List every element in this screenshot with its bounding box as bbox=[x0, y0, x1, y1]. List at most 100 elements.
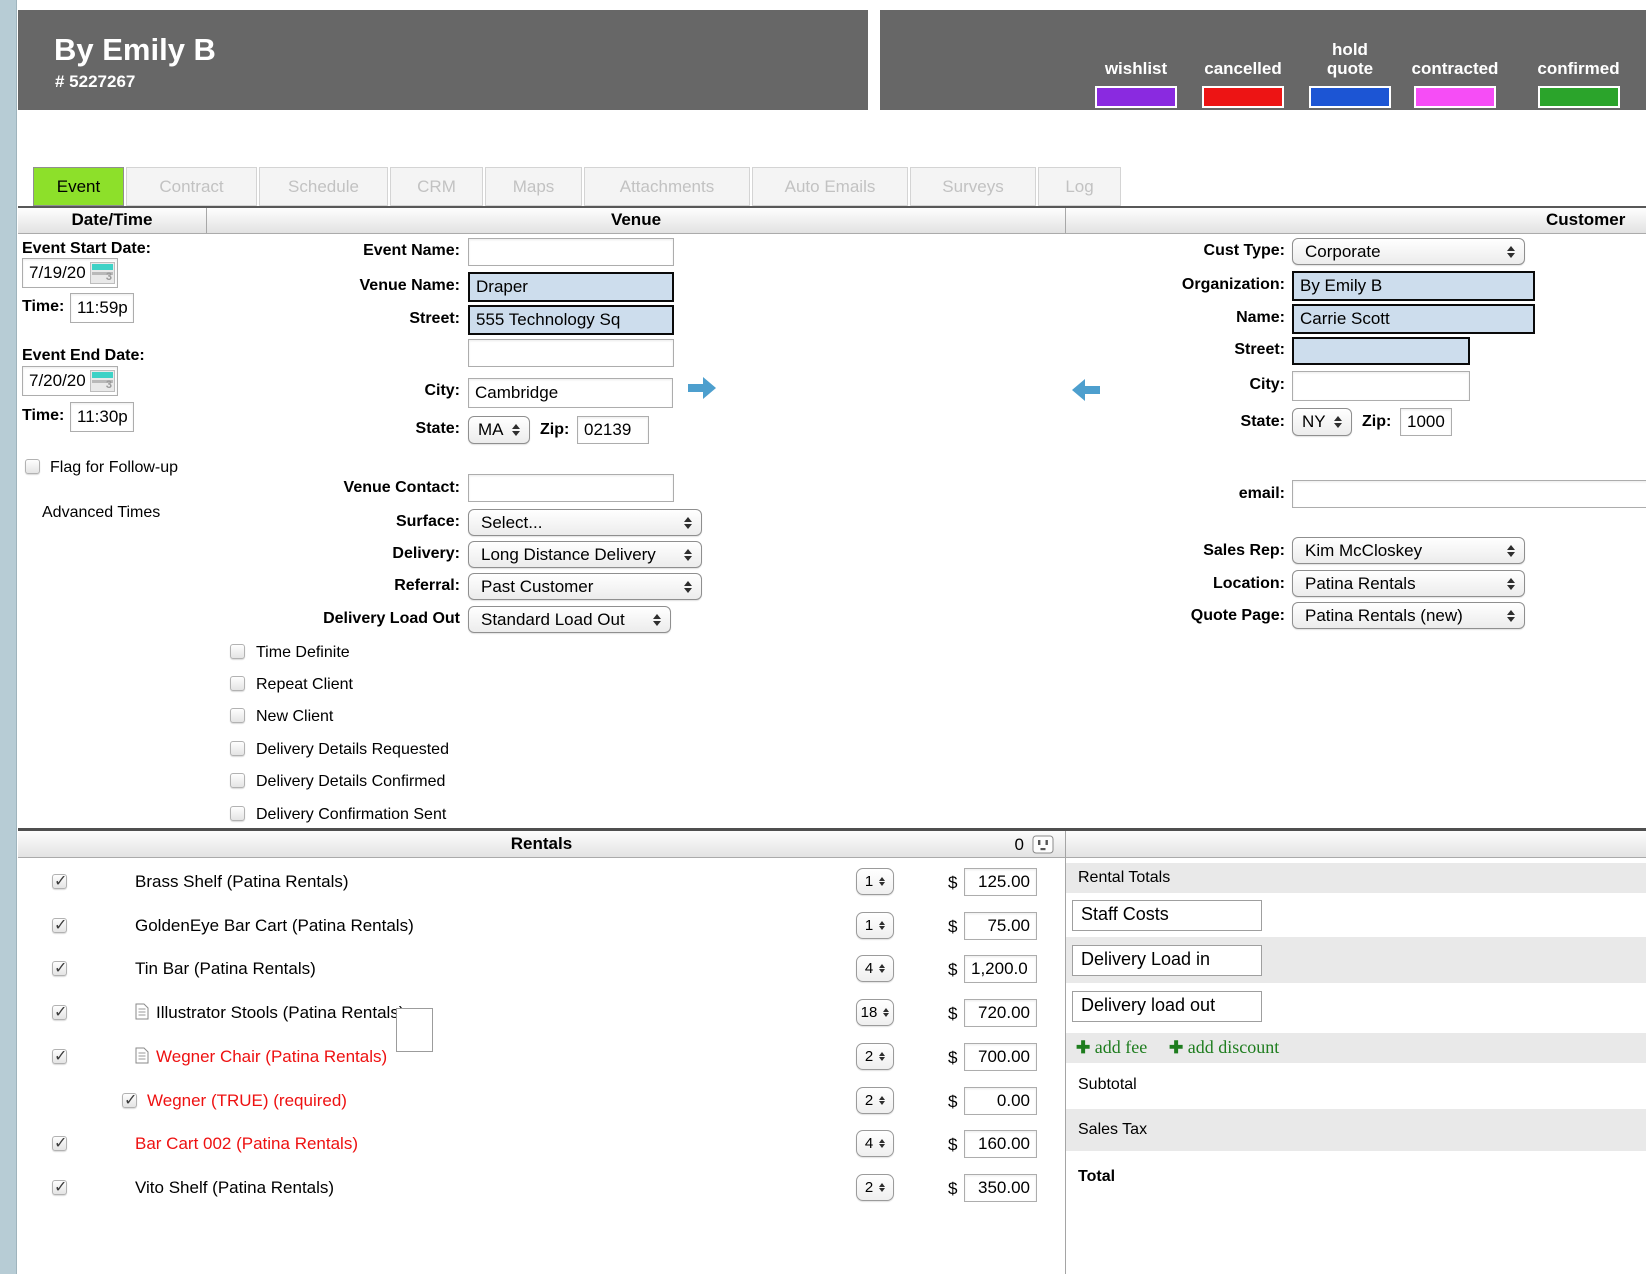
flag-follow-up-checkbox[interactable] bbox=[25, 459, 40, 474]
rental-price-input[interactable] bbox=[964, 1043, 1037, 1071]
rental-qty-stepper[interactable]: 1 bbox=[856, 912, 894, 939]
tab-schedule[interactable]: Schedule bbox=[259, 167, 388, 206]
power-outlet-icon[interactable] bbox=[1032, 835, 1054, 854]
delivery-select[interactable]: Long Distance Delivery bbox=[468, 541, 702, 568]
document-icon[interactable] bbox=[135, 1047, 149, 1064]
tab-surveys[interactable]: Surveys bbox=[910, 167, 1036, 206]
delivery-load-out-select[interactable]: Standard Load Out bbox=[468, 606, 671, 633]
rental-price-input[interactable] bbox=[964, 912, 1037, 940]
customer-name-input[interactable] bbox=[1292, 304, 1535, 334]
calendar-icon[interactable]: 3 bbox=[90, 370, 115, 392]
add-fee-link[interactable]: ✚ add fee bbox=[1076, 1037, 1147, 1058]
location-select[interactable]: Patina Rentals bbox=[1292, 570, 1525, 597]
tab-event[interactable]: Event bbox=[33, 167, 124, 206]
venue-street2-input[interactable] bbox=[468, 339, 674, 367]
delivery-details-confirmed-checkbox[interactable] bbox=[230, 773, 245, 788]
document-icon[interactable] bbox=[135, 1003, 149, 1020]
customer-street-input[interactable] bbox=[1292, 337, 1470, 365]
event-start-date-label: Event Start Date: bbox=[22, 240, 151, 258]
quote-page-select[interactable]: Patina Rentals (new) bbox=[1292, 602, 1525, 629]
stepper-arrows-icon bbox=[879, 877, 885, 886]
delivery-load-in-box[interactable]: Delivery Load in bbox=[1072, 945, 1262, 976]
venue-state-select[interactable]: MA bbox=[468, 416, 530, 444]
rental-price-input[interactable] bbox=[964, 1087, 1037, 1115]
surface-select[interactable]: Select... bbox=[468, 509, 702, 536]
rental-qty-stepper[interactable]: 2 bbox=[856, 1087, 894, 1114]
time-definite-checkbox[interactable] bbox=[230, 644, 245, 659]
sales-rep-label: Sales Rep: bbox=[1065, 542, 1285, 560]
rental-price-input[interactable] bbox=[964, 1174, 1037, 1202]
cust-type-select[interactable]: Corporate bbox=[1292, 238, 1525, 265]
event-name-input[interactable] bbox=[468, 238, 674, 266]
tab-contract[interactable]: Contract bbox=[126, 167, 257, 206]
rental-price-input[interactable] bbox=[964, 1130, 1037, 1158]
venue-street-label: Street: bbox=[240, 310, 460, 328]
tab-maps[interactable]: Maps bbox=[485, 167, 582, 206]
tab-crm[interactable]: CRM bbox=[390, 167, 483, 206]
rental-item-name: Wegner Chair (Patina Rentals) bbox=[156, 1047, 387, 1067]
rental-item-checkbox[interactable] bbox=[52, 1049, 67, 1064]
referral-select[interactable]: Past Customer bbox=[468, 573, 702, 600]
delivery-confirmation-sent-checkbox[interactable] bbox=[230, 806, 245, 821]
tab-log[interactable]: Log bbox=[1038, 167, 1121, 206]
customer-zip-input[interactable] bbox=[1400, 408, 1452, 436]
legend-label: cancelled bbox=[1204, 59, 1282, 78]
rental-qty-stepper[interactable]: 4 bbox=[856, 955, 894, 982]
rental-item-checkbox[interactable] bbox=[52, 874, 67, 889]
currency-symbol: $ bbox=[948, 1135, 957, 1155]
flag-follow-up-label: Flag for Follow-up bbox=[50, 459, 178, 477]
plus-icon: ✚ bbox=[1076, 1038, 1090, 1057]
rental-item-checkbox[interactable] bbox=[52, 961, 67, 976]
rental-item-checkbox[interactable] bbox=[52, 1005, 67, 1020]
rental-qty-stepper[interactable]: 2 bbox=[856, 1043, 894, 1070]
surface-label: Surface: bbox=[240, 513, 460, 531]
rental-item-checkbox[interactable] bbox=[52, 1180, 67, 1195]
currency-symbol: $ bbox=[948, 873, 957, 893]
rental-qty-stepper[interactable]: 18 bbox=[856, 999, 894, 1026]
customer-state-select[interactable]: NY bbox=[1292, 408, 1352, 436]
venue-name-label: Venue Name: bbox=[240, 277, 460, 295]
staff-costs-box[interactable]: Staff Costs bbox=[1072, 900, 1262, 931]
legend-item-cancelled: cancelled bbox=[1192, 24, 1294, 108]
rental-qty-stepper[interactable]: 1 bbox=[856, 868, 894, 895]
event-name-label: Event Name: bbox=[240, 242, 460, 260]
start-time-input[interactable] bbox=[70, 293, 134, 323]
rental-item-name: GoldenEye Bar Cart (Patina Rentals) bbox=[135, 916, 414, 936]
organization-input[interactable] bbox=[1292, 271, 1535, 301]
delivery-load-out-box[interactable]: Delivery load out bbox=[1072, 991, 1262, 1022]
end-time-input[interactable] bbox=[70, 402, 134, 432]
total-label: Total bbox=[1078, 1168, 1115, 1186]
customer-city-input[interactable] bbox=[1292, 371, 1470, 401]
venue-contact-label: Venue Contact: bbox=[240, 479, 460, 497]
copy-to-venue-arrow-icon[interactable] bbox=[1070, 377, 1102, 403]
item-thumbnail-placeholder bbox=[396, 1008, 433, 1052]
email-input[interactable] bbox=[1292, 480, 1646, 508]
sales-rep-select[interactable]: Kim McCloskey bbox=[1292, 537, 1525, 564]
rental-item-checkbox[interactable] bbox=[52, 918, 67, 933]
add-discount-link[interactable]: ✚ add discount bbox=[1169, 1037, 1279, 1058]
quote-page-label: Quote Page: bbox=[1065, 607, 1285, 625]
venue-contact-input[interactable] bbox=[468, 474, 674, 502]
venue-city-input[interactable] bbox=[468, 378, 673, 408]
sales-tax-band: Sales Tax bbox=[1066, 1109, 1646, 1151]
rental-qty-stepper[interactable]: 4 bbox=[856, 1130, 894, 1157]
venue-zip-input[interactable] bbox=[577, 416, 649, 444]
delivery-details-requested-checkbox[interactable] bbox=[230, 741, 245, 756]
calendar-icon[interactable]: 3 bbox=[90, 262, 115, 284]
rental-item-checkbox[interactable] bbox=[52, 1136, 67, 1151]
repeat-client-checkbox[interactable] bbox=[230, 676, 245, 691]
advanced-times-link[interactable]: Advanced Times bbox=[42, 504, 160, 522]
section-customer: Customer bbox=[1546, 210, 1625, 230]
venue-street-input[interactable] bbox=[468, 305, 674, 335]
rental-price-input[interactable] bbox=[964, 868, 1037, 896]
tab-auto-emails[interactable]: Auto Emails bbox=[752, 167, 908, 206]
rental-price-input[interactable] bbox=[964, 999, 1037, 1027]
copy-to-customer-arrow-icon[interactable] bbox=[686, 375, 718, 401]
rental-subitem-checkbox[interactable] bbox=[122, 1093, 137, 1108]
tab-attachments[interactable]: Attachments bbox=[584, 167, 750, 206]
rental-qty-stepper[interactable]: 2 bbox=[856, 1174, 894, 1201]
venue-name-input[interactable] bbox=[468, 272, 674, 302]
confirmed-color-swatch bbox=[1538, 86, 1620, 108]
rental-price-input[interactable] bbox=[964, 955, 1037, 983]
new-client-checkbox[interactable] bbox=[230, 708, 245, 723]
